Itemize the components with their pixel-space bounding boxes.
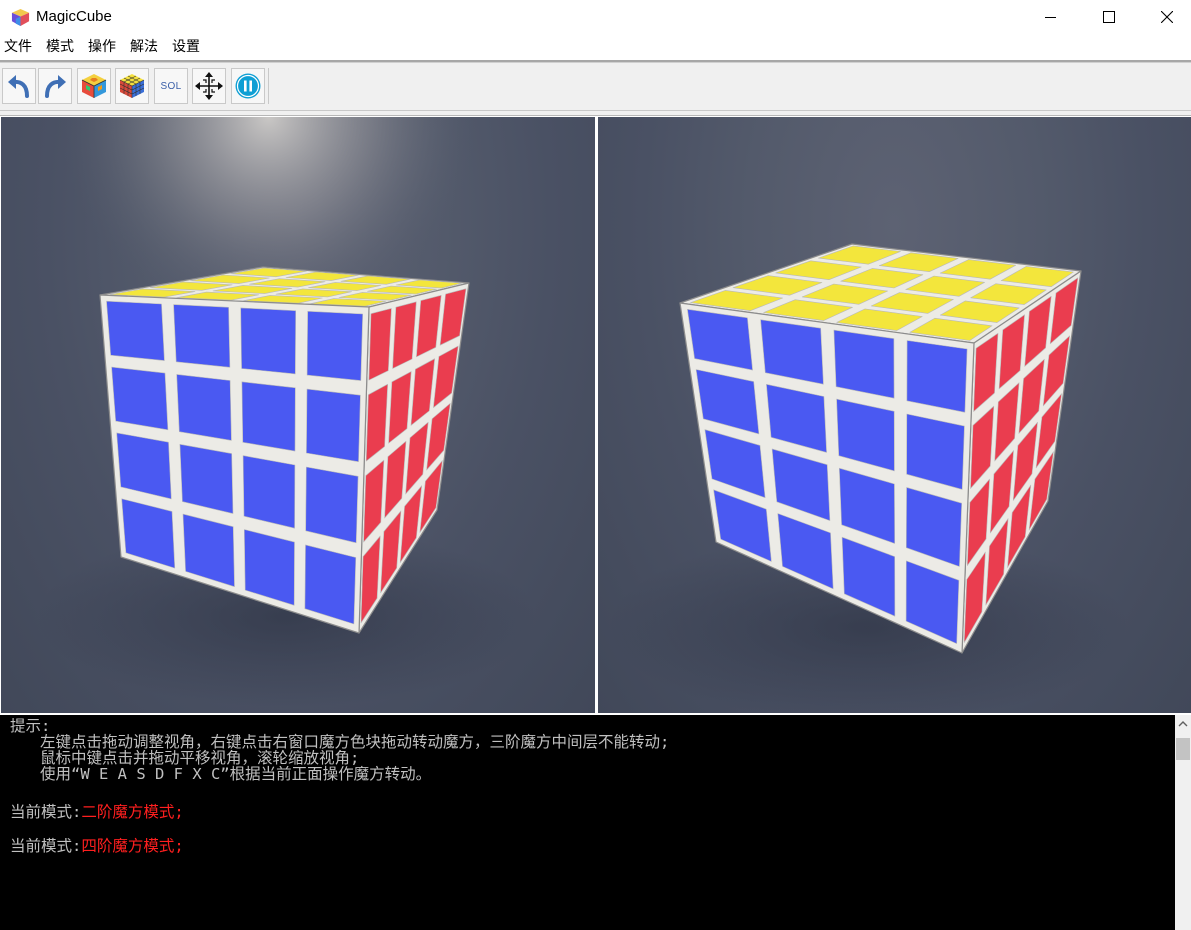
front-face-sticker[interactable] (240, 307, 297, 375)
front-face-sticker[interactable] (906, 340, 968, 413)
front-face-sticker[interactable] (241, 381, 296, 452)
front-face-sticker[interactable] (306, 388, 361, 463)
right-face-sticker[interactable] (368, 308, 392, 381)
front-face-sticker[interactable] (242, 455, 296, 529)
front-face-sticker[interactable] (106, 300, 165, 361)
solved-cube-icon (119, 74, 145, 98)
undo-arrow-icon (8, 75, 29, 98)
mode-value: 二阶魔方模式; (81, 803, 184, 821)
front-face-sticker[interactable] (306, 311, 364, 381)
chevron-up-icon (1178, 720, 1188, 726)
front-face-sticker[interactable] (833, 329, 895, 399)
hint-line-3: 使用“W E A S D F X C”根据当前正面操作魔方转动。 (40, 765, 432, 783)
close-icon (1161, 11, 1173, 23)
pause-button[interactable] (231, 68, 265, 104)
minimize-button[interactable] (1022, 0, 1080, 34)
console-scrollbar[interactable] (1175, 715, 1191, 930)
solve-button[interactable]: SOL (154, 68, 188, 104)
right-cube-viewport[interactable] (598, 117, 1191, 713)
menu-mode[interactable]: 模式 (41, 34, 81, 60)
colorful-cube-icon (81, 74, 107, 98)
console-output: 提示: 左键点击拖动调整视角，右键点击右窗口魔方色块拖动转动魔方，三阶魔方中间层… (0, 715, 1175, 930)
window-title: MagicCube (36, 8, 112, 25)
mode-prefix: 当前模式: (10, 837, 82, 855)
mode-prefix: 当前模式: (10, 803, 82, 821)
front-face-sticker[interactable] (111, 366, 169, 431)
menu-solution[interactable]: 解法 (125, 34, 165, 60)
close-button[interactable] (1138, 0, 1191, 34)
move-arrows-icon (195, 72, 223, 100)
mode-value: 四阶魔方模式; (81, 837, 184, 855)
maximize-icon (1103, 11, 1115, 23)
scramble-button[interactable] (77, 68, 111, 104)
minimize-icon (1045, 17, 1056, 18)
sol-text-icon: SOL (160, 80, 182, 92)
mode-line-1: 当前模式:二阶魔方模式; (10, 804, 1175, 820)
front-face-sticker[interactable] (305, 466, 359, 544)
front-face-sticker[interactable] (173, 304, 231, 368)
menu-operate[interactable]: 操作 (83, 34, 123, 60)
hint-title: 提示: (10, 717, 51, 735)
scroll-thumb[interactable] (1176, 738, 1190, 760)
front-face-sticker[interactable] (176, 374, 232, 441)
maximize-button[interactable] (1080, 0, 1138, 34)
hint-line-1: 左键点击拖动调整视角，右键点击右窗口魔方色块拖动转动魔方，三阶魔方中间层不能转动… (40, 733, 670, 751)
right-scene (608, 243, 1128, 713)
left-scene (1, 117, 595, 713)
mode-line-2: 当前模式:四阶魔方模式; (10, 838, 1175, 854)
undo-button[interactable] (2, 68, 36, 104)
menu-settings[interactable]: 设置 (167, 34, 207, 60)
title-bar: MagicCube (0, 0, 1191, 34)
toolbar-end-divider (268, 68, 269, 104)
toolbar: SOL (0, 63, 1191, 111)
redo-arrow-icon (45, 75, 66, 98)
left-cube-viewport[interactable] (1, 117, 595, 713)
reset-cube-button[interactable] (115, 68, 149, 104)
pause-circle-icon (235, 73, 261, 99)
menu-bar: 文件 模式 操作 解法 设置 (0, 34, 1191, 60)
redo-button[interactable] (38, 68, 72, 104)
toolbar-separator (0, 111, 1191, 116)
scroll-up-button[interactable] (1175, 715, 1191, 732)
menu-file[interactable]: 文件 (0, 34, 39, 60)
cube-logo-icon (11, 8, 30, 27)
pan-view-button[interactable] (192, 68, 226, 104)
hint-line-2: 鼠标中键点击并拖动平移视角，滚轮缩放视角; (40, 749, 360, 767)
